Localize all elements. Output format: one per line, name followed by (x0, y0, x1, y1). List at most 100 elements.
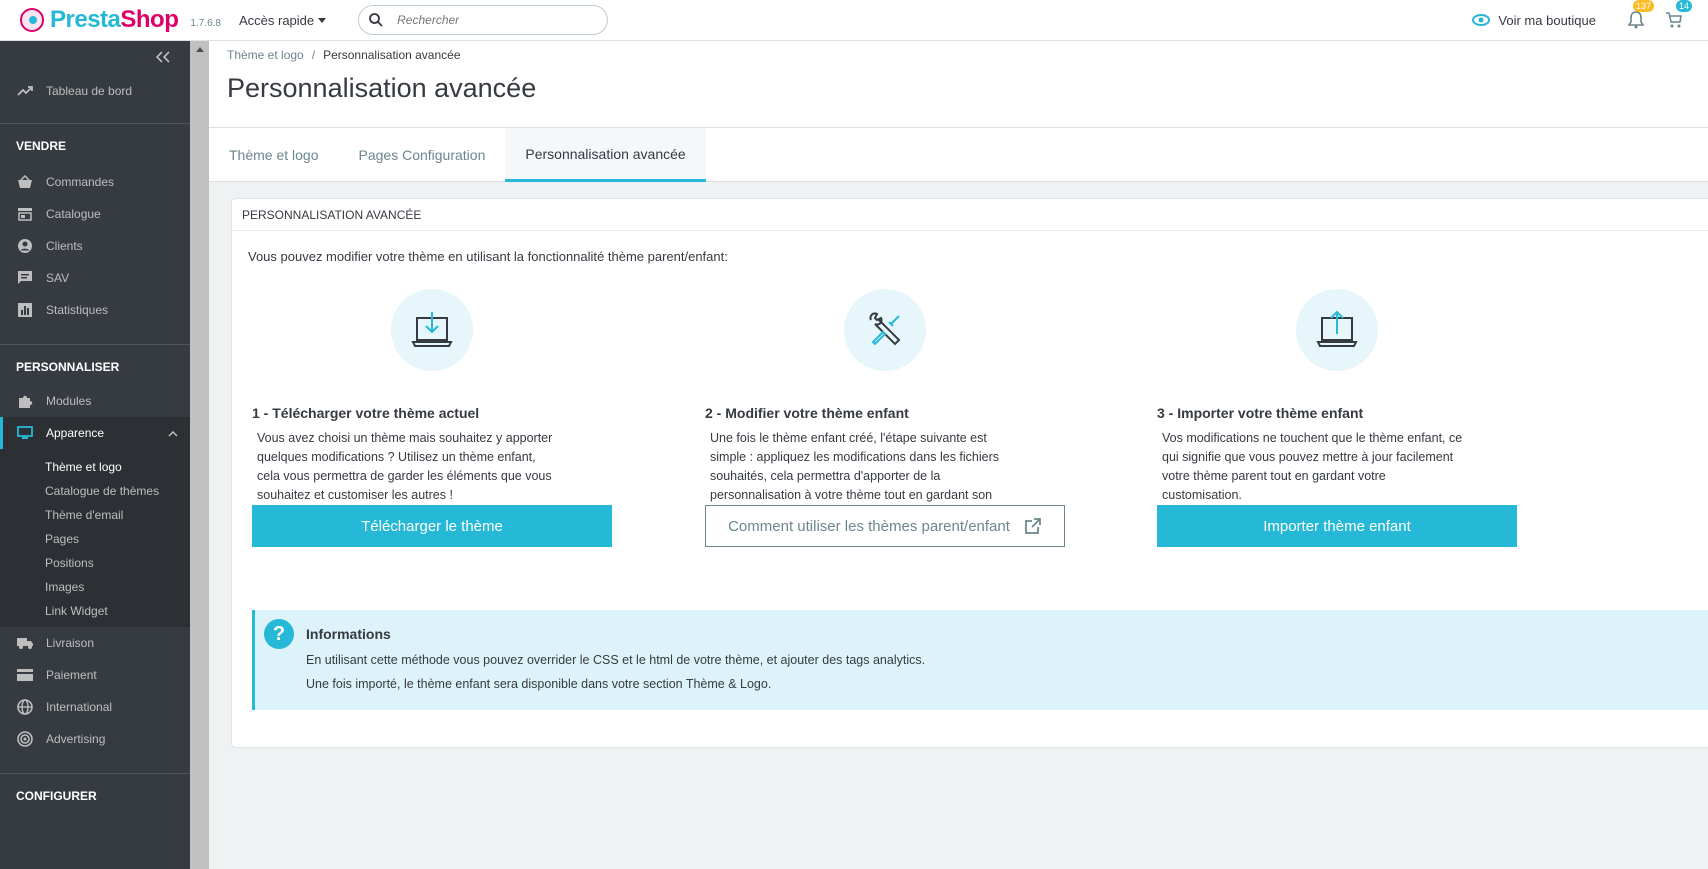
notifications-button[interactable]: 137 (1624, 0, 1654, 32)
step-import: 3 - Importer votre thème enfant Vos modi… (1157, 289, 1517, 505)
search-icon (369, 13, 383, 27)
tab-advanced-customization[interactable]: Personnalisation avancée (505, 128, 706, 182)
chevron-down-icon (318, 17, 327, 23)
download-theme-button[interactable]: Télécharger le thème (252, 505, 612, 547)
notification-count-badge: 137 (1632, 0, 1654, 12)
breadcrumb: Thème et logo / Personnalisation avancée (227, 48, 461, 62)
submenu-item-theme-logo[interactable]: Thème et logo (0, 455, 190, 479)
trending-up-icon (16, 82, 34, 100)
sidebar-item-label: SAV (46, 271, 70, 285)
alert-title: Informations (306, 626, 391, 642)
sidebar-item-label: Advertising (46, 732, 106, 746)
bar-chart-icon (16, 301, 34, 319)
puzzle-icon (16, 392, 34, 410)
chat-icon (16, 269, 34, 287)
orders-button[interactable]: 14 (1662, 0, 1692, 32)
submenu-item-email-theme[interactable]: Thème d'email (0, 503, 190, 527)
sidebar-item-customers[interactable]: Clients (0, 230, 190, 262)
step-download: 1 - Télécharger votre thème actuel Vous … (252, 289, 612, 505)
step-title: 1 - Télécharger votre thème actuel (252, 405, 480, 421)
submenu-item-theme-catalog[interactable]: Catalogue de thèmes (0, 479, 190, 503)
view-shop-label: Voir ma boutique (1498, 12, 1596, 28)
alert-text: Une fois importé, le thème enfant sera d… (306, 677, 772, 691)
search-box[interactable] (358, 5, 609, 35)
sidebar-scrollbar[interactable] (190, 41, 209, 869)
help-button-label: Comment utiliser les thèmes parent/enfan… (728, 517, 1010, 535)
sidebar-item-label: International (46, 700, 113, 714)
eye-icon (1472, 14, 1491, 26)
chevron-up-icon (168, 426, 178, 440)
step-modify: 2 - Modifier votre thème enfant Une fois… (705, 289, 1065, 524)
submenu-item-positions[interactable]: Positions (0, 551, 190, 575)
search-input[interactable] (397, 13, 588, 27)
sidebar-item-orders[interactable]: Commandes (0, 166, 190, 198)
submenu-item-pages[interactable]: Pages (0, 527, 190, 551)
intro-text: Vous pouvez modifier votre thème en util… (248, 249, 728, 264)
version-label: 1.7.6.8 (190, 17, 221, 29)
sidebar-item-label: Tableau de bord (46, 84, 133, 98)
breadcrumb-parent-link[interactable]: Thème et logo (227, 48, 304, 62)
quick-access-label: Accès rapide (238, 12, 315, 28)
target-icon (16, 730, 34, 748)
advanced-customization-panel: PERSONNALISATION AVANCÉE Vous pouvez mod… (231, 198, 1708, 748)
cart-count-badge: 14 (1675, 0, 1692, 12)
quick-access-dropdown[interactable]: Accès rapide (238, 12, 327, 28)
tab-pages-configuration[interactable]: Pages Configuration (339, 128, 506, 182)
sidebar-item-catalog[interactable]: Catalogue (0, 198, 190, 230)
sidebar-item-label: Catalogue (46, 207, 101, 221)
sidebar-item-label: Paiement (46, 668, 97, 682)
sidebar-item-appearance[interactable]: Apparence (0, 417, 190, 449)
sidebar-item-modules[interactable]: Modules (0, 385, 190, 417)
help-icon: ? (264, 619, 294, 649)
breadcrumb-current: Personnalisation avancée (323, 48, 461, 62)
sidebar-item-label: Clients (46, 239, 83, 253)
sidebar-item-shipping[interactable]: Livraison (0, 627, 190, 659)
sidebar-item-sav[interactable]: SAV (0, 262, 190, 294)
step-title: 2 - Modifier votre thème enfant (705, 405, 909, 421)
external-link-icon (1025, 518, 1041, 534)
sidebar-item-payment[interactable]: Paiement (0, 659, 190, 691)
cart-icon (1666, 12, 1682, 28)
sidebar-item-label: Statistiques (46, 303, 109, 317)
sidebar: Tableau de bord VENDRE Commandes Catalog… (0, 41, 190, 869)
tab-theme-logo[interactable]: Thème et logo (209, 128, 339, 182)
top-header: PrestaShop 1.7.6.8 Accès rapide Voir ma … (0, 0, 1708, 41)
import-child-theme-button[interactable]: Importer thème enfant (1157, 505, 1517, 547)
prestashop-logo[interactable]: PrestaShop (20, 6, 179, 34)
sidebar-section-sell: VENDRE (16, 139, 67, 153)
scroll-up-icon[interactable] (196, 47, 204, 52)
page-header: Thème et logo / Personnalisation avancée… (209, 41, 1708, 182)
sidebar-item-advertising[interactable]: Advertising (0, 723, 190, 755)
puffin-logo-icon (20, 8, 44, 32)
view-shop-link[interactable]: Voir ma boutique (1472, 13, 1596, 28)
account-circle-icon (16, 237, 34, 255)
sidebar-section-customize: PERSONNALISER (16, 360, 120, 374)
sidebar-item-stats[interactable]: Statistiques (0, 294, 190, 326)
laptop-upload-icon (1296, 289, 1378, 371)
submenu-item-link-widget[interactable]: Link Widget (0, 599, 190, 623)
appearance-submenu: Thème et logo Catalogue de thèmes Thème … (0, 449, 190, 627)
truck-icon (16, 634, 34, 652)
submenu-item-images[interactable]: Images (0, 575, 190, 599)
sidebar-item-international[interactable]: International (0, 691, 190, 723)
parent-child-help-button[interactable]: Comment utiliser les thèmes parent/enfan… (705, 505, 1065, 547)
sidebar-section-configure: CONFIGURER (16, 789, 97, 803)
tools-icon (844, 289, 926, 371)
information-alert: ? Informations En utilisant cette méthod… (252, 610, 1708, 710)
bell-icon (1628, 11, 1644, 29)
collapse-sidebar-icon[interactable] (155, 51, 170, 66)
sidebar-item-label: Apparence (46, 426, 105, 440)
credit-card-icon (16, 666, 34, 684)
laptop-download-icon (391, 289, 473, 371)
sidebar-item-label: Modules (46, 394, 92, 408)
basket-icon (16, 173, 34, 191)
brand-name: PrestaShop (50, 6, 179, 33)
step-description: Vous avez choisi un thème mais souhaitez… (257, 431, 553, 502)
breadcrumb-separator: / (311, 48, 316, 62)
tab-bar: Thème et logo Pages Configuration Person… (209, 127, 1708, 182)
panel-heading: PERSONNALISATION AVANCÉE (232, 199, 1708, 231)
monitor-icon (16, 424, 34, 442)
page-title: Personnalisation avancée (227, 73, 537, 103)
sidebar-item-dashboard[interactable]: Tableau de bord (0, 75, 190, 107)
globe-icon (16, 698, 34, 716)
